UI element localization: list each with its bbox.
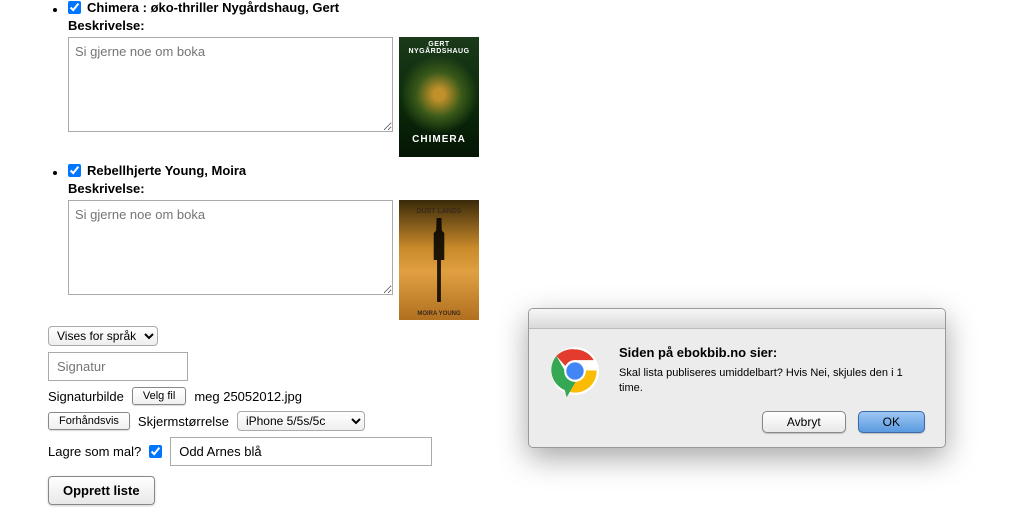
cover-bottom-2: MOIRA YOUNG	[399, 311, 479, 317]
dialog-text: Siden på ebokbib.no sier: Skal lista pub…	[619, 345, 925, 397]
dialog-title: Siden på ebokbib.no sier:	[619, 345, 925, 360]
desc-label-1: Beskrivelse:	[68, 18, 1014, 33]
book-title-1: Chimera : øko-thriller Nygårdshaug, Gert	[87, 0, 339, 15]
book-title-2: Rebellhjerte Young, Moira	[87, 163, 246, 178]
book-checkbox-1[interactable]	[68, 1, 81, 14]
signatur-input[interactable]	[48, 352, 188, 381]
cover-title-1: CHIMERA	[399, 134, 479, 157]
book-item: Rebellhjerte Young, Moira Beskrivelse: D…	[68, 163, 1014, 320]
dialog-cancel-button[interactable]: Avbryt	[762, 411, 846, 433]
desc-textarea-1[interactable]	[68, 37, 393, 132]
skjerm-label: Skjermstørrelse	[138, 414, 229, 429]
dialog-ok-button[interactable]: OK	[858, 411, 925, 433]
cover-author-1: GERT NYGÅRDSHAUG	[399, 37, 479, 55]
opprett-liste-button[interactable]: Opprett liste	[48, 476, 155, 505]
language-select[interactable]: Vises for språk	[48, 326, 158, 346]
velg-fil-button[interactable]: Velg fil	[132, 387, 186, 405]
mal-label: Lagre som mal?	[48, 444, 141, 459]
mal-checkbox[interactable]	[149, 445, 162, 458]
mal-name-input[interactable]	[170, 437, 432, 466]
forhandsvis-button[interactable]: Forhåndsvis	[48, 412, 130, 430]
dialog-titlebar[interactable]	[529, 309, 945, 329]
chrome-icon	[549, 345, 601, 397]
book-cover-rebel: DUST LANDS MOIRA YOUNG	[399, 200, 479, 320]
dialog-message: Skal lista publiseres umiddelbart? Hvis …	[619, 366, 925, 397]
desc-label-2: Beskrivelse:	[68, 181, 1014, 196]
cover-top-2: DUST LANDS	[399, 208, 479, 215]
skjerm-select[interactable]: iPhone 5/5s/5c	[237, 411, 365, 431]
book-item: Chimera : øko-thriller Nygårdshaug, Gert…	[68, 0, 1014, 157]
book-cover-chimera: GERT NYGÅRDSHAUG CHIMERA	[399, 37, 479, 157]
book-checkbox-2[interactable]	[68, 164, 81, 177]
confirm-dialog: Siden på ebokbib.no sier: Skal lista pub…	[528, 308, 946, 448]
desc-textarea-2[interactable]	[68, 200, 393, 295]
filename-text: meg 25052012.jpg	[194, 389, 302, 404]
sigbilde-label: Signaturbilde	[48, 389, 124, 404]
